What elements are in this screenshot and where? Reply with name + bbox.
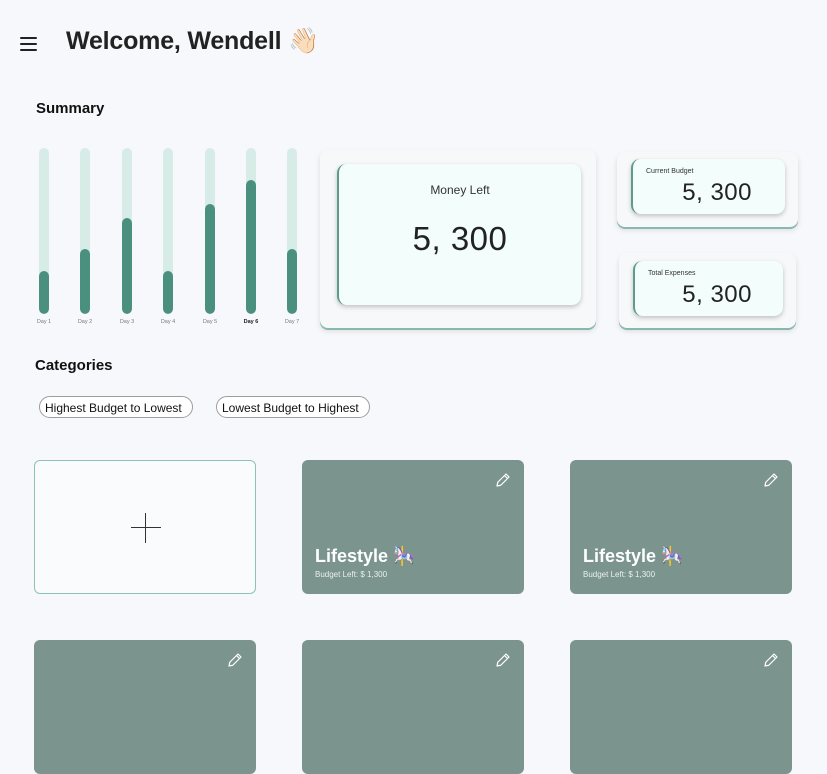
plus-icon (131, 527, 161, 528)
bar-label: Day 5 (202, 319, 218, 325)
bar-fill (205, 204, 215, 314)
current-budget-label: Current Budget (646, 168, 694, 175)
current-budget-inner: Current Budget 5, 300 (631, 159, 785, 214)
sort-lowest-to-highest-button[interactable]: Lowest Budget to Highest (216, 396, 370, 418)
category-card[interactable] (570, 640, 792, 774)
bar-label: Day 6 (243, 319, 259, 325)
bar-label: Day 1 (36, 319, 52, 325)
edit-pencil-icon[interactable] (762, 651, 780, 669)
category-card-lifestyle[interactable]: Lifestyle 🎠 Budget Left: $ 1,300 (302, 460, 524, 594)
add-category-button[interactable] (34, 460, 256, 594)
bar-track (80, 148, 90, 314)
money-left-inner: Money Left 5, 300 (337, 164, 581, 305)
bar-fill (122, 218, 132, 314)
category-budget-left: Budget Left: $ 1,300 (583, 570, 656, 579)
money-left-value: 5, 300 (412, 220, 508, 257)
bar-track (122, 148, 132, 314)
edit-pencil-icon[interactable] (494, 651, 512, 669)
category-name: Lifestyle 🎠 (315, 546, 416, 566)
bar-fill (80, 249, 90, 314)
bar-label: Day 7 (284, 319, 300, 325)
bar-track (39, 148, 49, 314)
bar-fill (39, 271, 49, 314)
bar-fill (246, 180, 256, 314)
bar-fill (163, 271, 173, 314)
edit-pencil-icon[interactable] (226, 651, 244, 669)
bar-track (246, 148, 256, 314)
bar-label: Day 2 (77, 319, 93, 325)
category-card-lifestyle[interactable]: Lifestyle 🎠 Budget Left: $ 1,300 (570, 460, 792, 594)
daily-spending-chart: Day 1 Day 2 Day 3 Day 4 Day 5 Day 6 Day … (35, 148, 305, 328)
sort-highest-to-lowest-button[interactable]: Highest Budget to Lowest (39, 396, 193, 418)
bar-track (163, 148, 173, 314)
total-expenses-inner: Total Expenses 5, 300 (633, 261, 783, 316)
current-budget-card: Current Budget 5, 300 (617, 152, 798, 227)
total-expenses-value: 5, 300 (682, 281, 752, 308)
bar-label: Day 3 (119, 319, 135, 325)
edit-pencil-icon[interactable] (494, 471, 512, 489)
edit-pencil-icon[interactable] (762, 471, 780, 489)
current-budget-value: 5, 300 (682, 179, 752, 206)
bar-fill (287, 249, 297, 314)
page-title: Welcome, Wendell 👋🏻 (66, 27, 320, 55)
category-name: Lifestyle 🎠 (583, 546, 684, 566)
category-budget-left: Budget Left: $ 1,300 (315, 570, 388, 579)
total-expenses-card: Total Expenses 5, 300 (619, 253, 796, 328)
money-left-card: Money Left 5, 300 (320, 150, 596, 328)
bar-track (205, 148, 215, 314)
categories-title: Categories (35, 357, 113, 374)
money-left-label: Money Left (430, 183, 490, 197)
category-card[interactable] (302, 640, 524, 774)
bar-label: Day 4 (160, 319, 176, 325)
plus-icon (145, 513, 146, 543)
menu-icon[interactable] (20, 37, 37, 52)
bar-track (287, 148, 297, 314)
total-expenses-label: Total Expenses (648, 270, 696, 277)
summary-title: Summary (36, 100, 105, 117)
category-card[interactable] (34, 640, 256, 774)
